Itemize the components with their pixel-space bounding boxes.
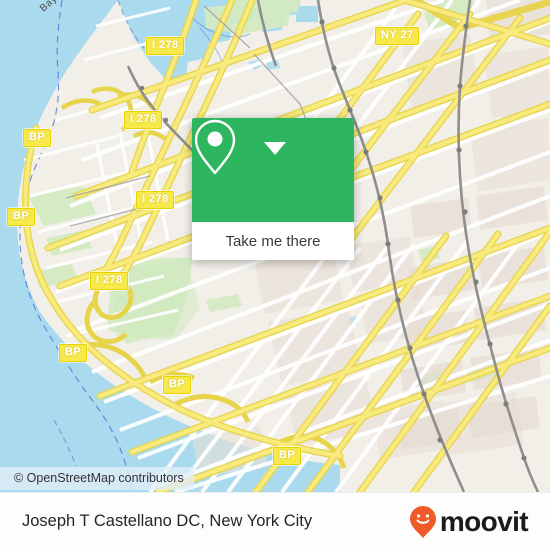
footer-bar: Joseph T Castellano DC, New York City mo…	[0, 492, 550, 550]
map-canvas[interactable]: Bay Ridge I 278 NY 27 I 278 BP I 278 BP …	[0, 0, 550, 492]
location-callout[interactable]: Take me there	[192, 118, 354, 260]
route-shield-ny27[interactable]: NY 27	[375, 27, 420, 45]
map-pin-icon	[194, 119, 236, 175]
route-shield-bp-3[interactable]: BP	[59, 344, 88, 362]
callout-icon-area	[192, 118, 354, 222]
route-shield-i278-north[interactable]: I 278	[146, 37, 185, 55]
take-me-there-button[interactable]: Take me there	[192, 222, 354, 260]
route-shield-bp-4[interactable]: BP	[163, 376, 192, 394]
place-title: Joseph T Castellano DC, New York City	[22, 512, 313, 530]
route-shield-bp-1[interactable]: BP	[23, 129, 52, 147]
moovit-pin-smiley-icon	[409, 505, 436, 538]
route-shield-bp-5[interactable]: BP	[273, 447, 302, 465]
moovit-logo[interactable]: moovit	[408, 505, 529, 539]
moovit-wordmark: moovit	[439, 505, 529, 537]
osm-attribution[interactable]: © OpenStreetMap contributors	[0, 467, 194, 490]
route-shield-bp-2[interactable]: BP	[7, 208, 36, 226]
take-me-there-label: Take me there	[225, 232, 321, 250]
map-screenshot: Bay Ridge I 278 NY 27 I 278 BP I 278 BP …	[0, 0, 550, 550]
callout-pointer	[264, 142, 286, 155]
route-shield-i278-lower[interactable]: I 278	[90, 272, 129, 290]
route-shield-i278-upper[interactable]: I 278	[124, 111, 163, 129]
route-shield-i278-mid[interactable]: I 278	[136, 191, 175, 209]
